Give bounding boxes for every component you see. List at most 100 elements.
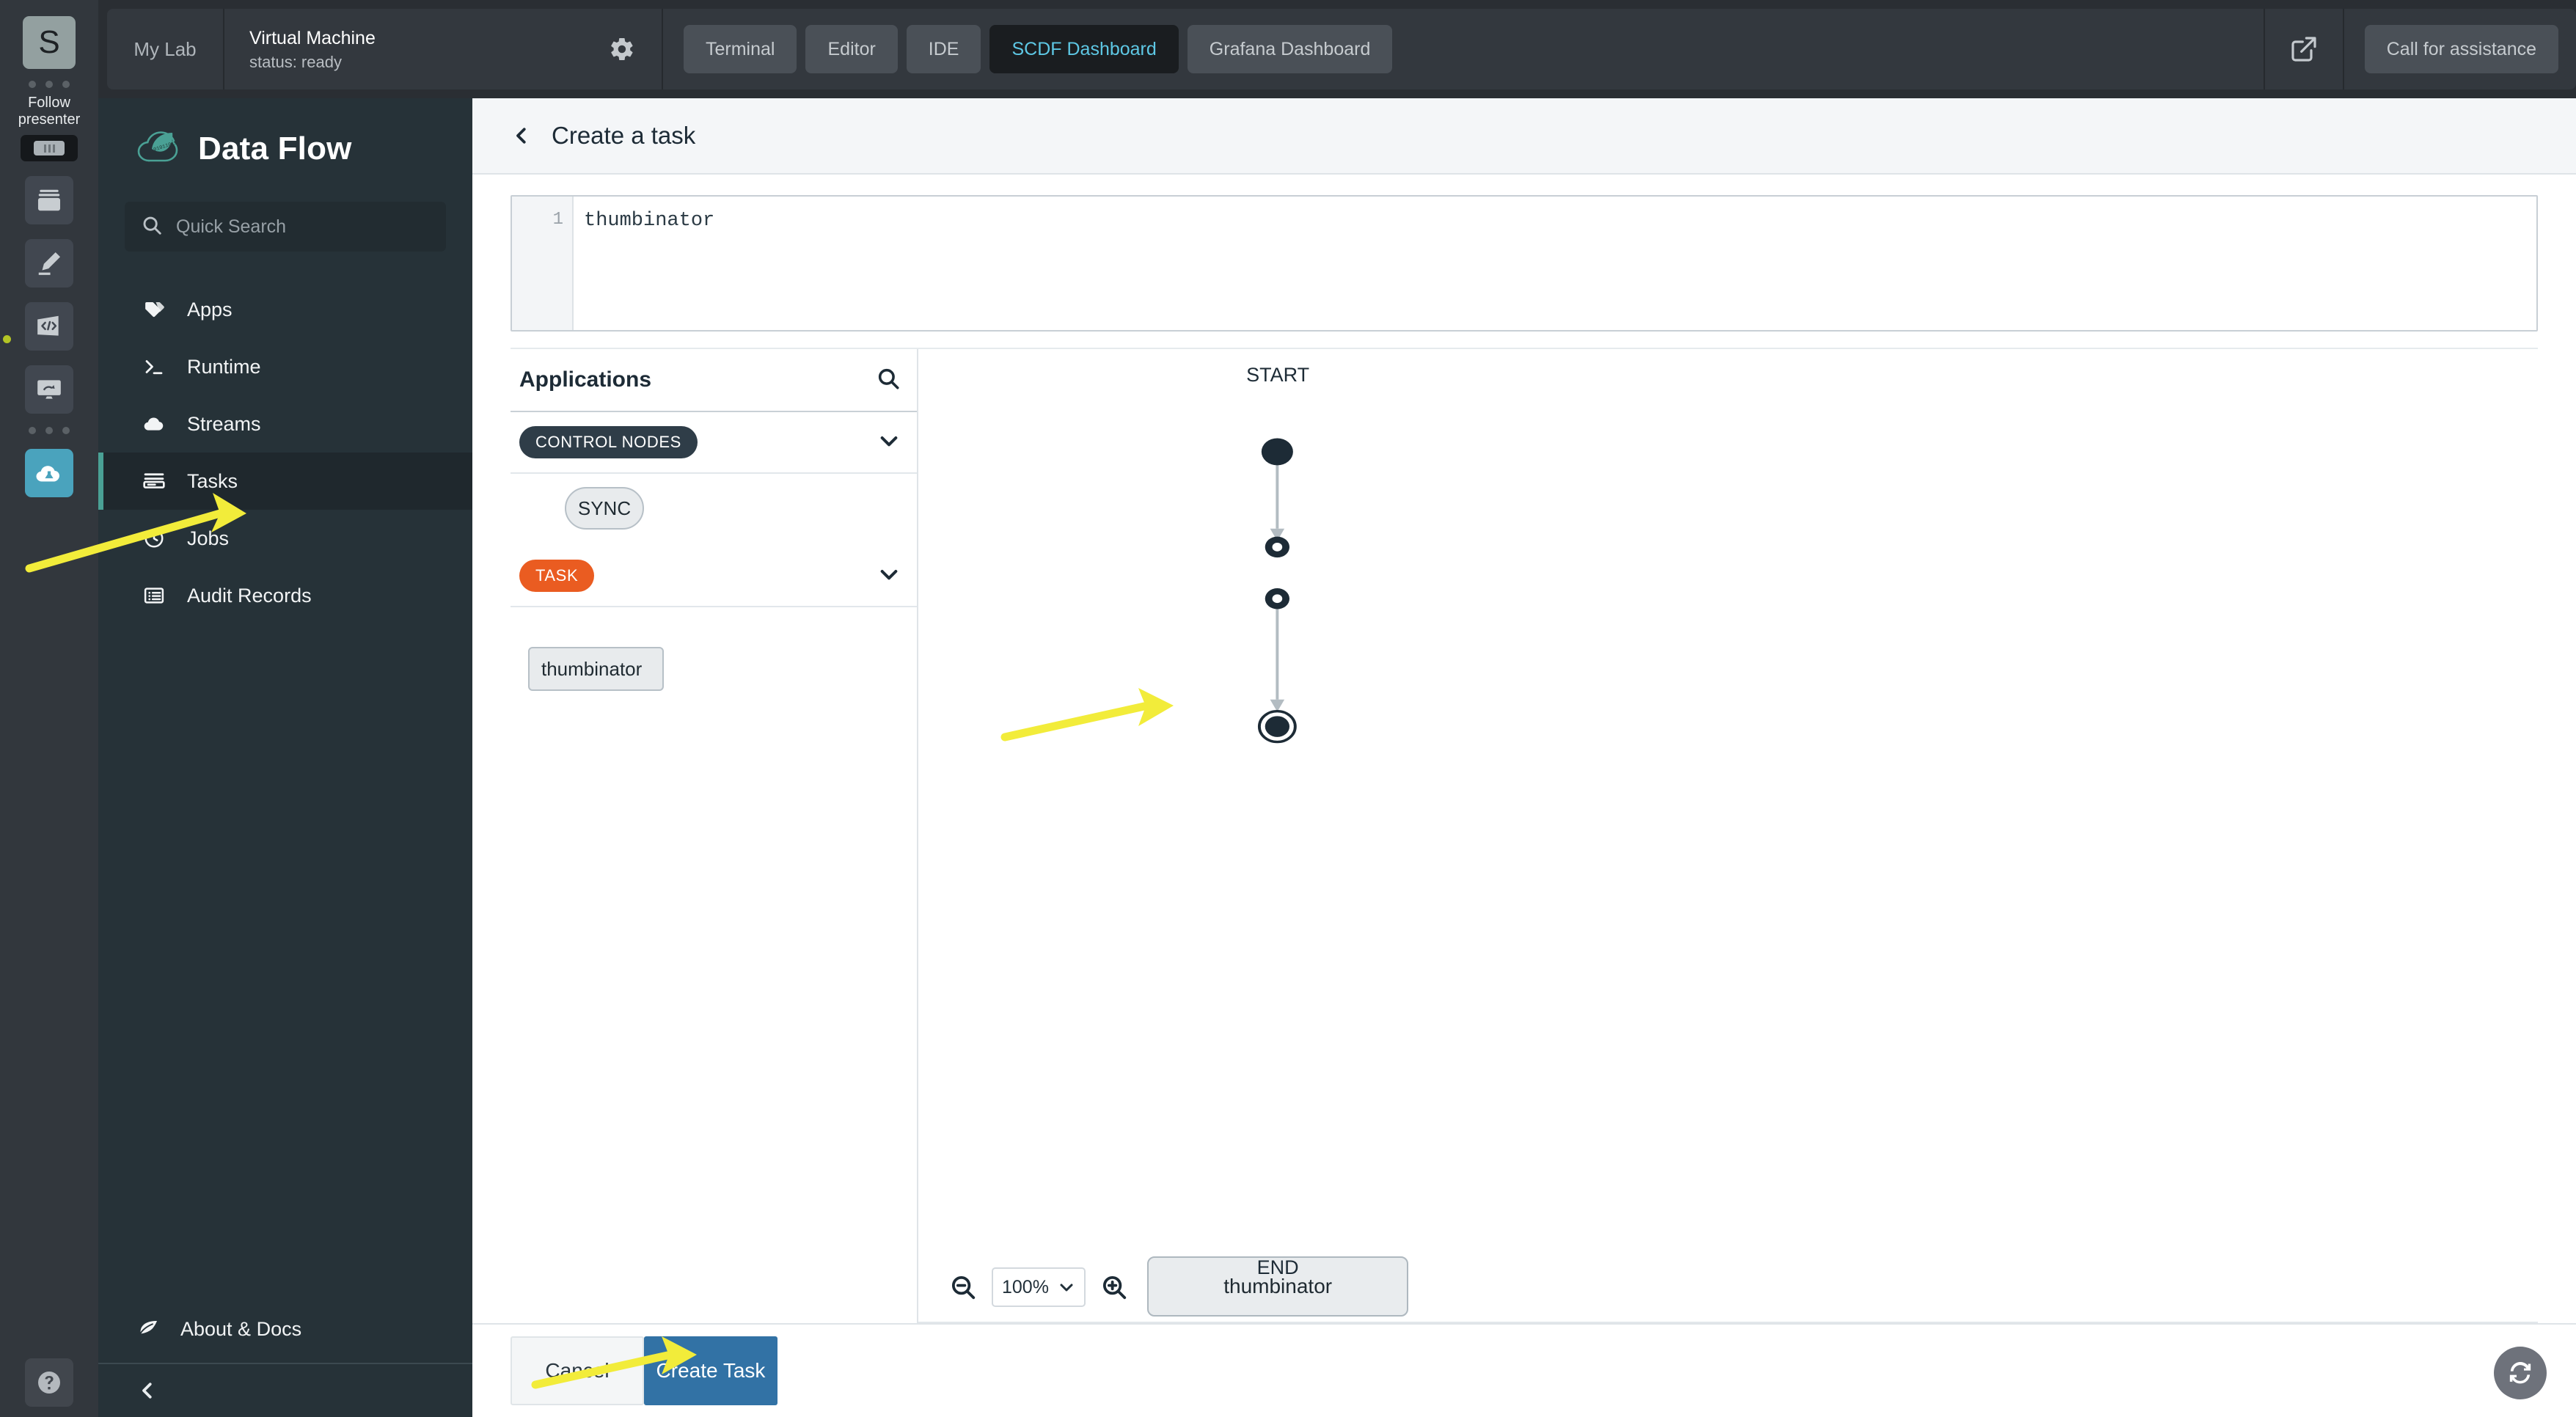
palette-node-thumbinator[interactable]: thumbinator [528, 647, 664, 691]
rail-dots-bottom [29, 427, 70, 434]
external-link-glyph [2289, 34, 2319, 64]
screen-share-icon[interactable] [25, 365, 73, 414]
clock-glyph [143, 527, 165, 549]
gear-icon[interactable] [582, 9, 663, 89]
cancel-button[interactable]: Cancel [511, 1336, 644, 1405]
list-glyph [143, 585, 165, 607]
cloud-glyph [142, 412, 166, 436]
clock-icon [142, 527, 167, 549]
sidebar-item-label: Jobs [187, 527, 229, 550]
editor-line-number: 1 [512, 197, 574, 330]
zoom-out-glyph [949, 1273, 977, 1301]
tag-glyph [143, 299, 165, 321]
sidebar-item-label: Audit Records [187, 585, 312, 607]
zoom-level-value: 100% [1002, 1277, 1049, 1298]
zoom-out-icon[interactable] [949, 1273, 977, 1301]
vm-title: Virtual Machine [249, 27, 582, 49]
refresh-button[interactable] [2494, 1347, 2547, 1399]
left-icon-rail: S Follow presenter [0, 0, 98, 1417]
dsl-editor-wrapper: 1 thumbinator [472, 175, 2576, 332]
applications-palette: Applications CONTROL NODES [511, 349, 918, 1323]
palette-items-control-nodes: SYNC [511, 474, 917, 530]
call-for-assistance-button[interactable]: Call for assistance [2365, 25, 2558, 73]
app-root: S Follow presenter [0, 0, 2576, 1417]
sidebar-item-about-docs[interactable]: About & Docs [98, 1295, 472, 1363]
graph-edges [918, 349, 2538, 1253]
sidebar-item-audit-records[interactable]: Audit Records [98, 567, 472, 624]
task-designer: Applications CONTROL NODES [511, 348, 2538, 1323]
highlighter-glyph [35, 249, 63, 277]
node-input-port-inner [1273, 543, 1283, 552]
group-badge-control-nodes: CONTROL NODES [519, 426, 698, 458]
palette-title: Applications [519, 367, 651, 392]
palette-group-control-nodes[interactable]: CONTROL NODES [511, 412, 917, 474]
tasks-icon [142, 469, 167, 493]
code-snippet-glyph [35, 312, 63, 340]
tab-editor[interactable]: Editor [805, 25, 897, 73]
back-button[interactable] [511, 125, 533, 147]
end-node-dot[interactable] [1265, 716, 1289, 736]
flow-canvas-area[interactable]: START thumbinator END [918, 349, 2538, 1253]
cloud-lab-glyph [34, 458, 65, 488]
code-snippet-icon[interactable] [25, 302, 73, 351]
chevron-down-icon[interactable] [877, 429, 901, 456]
create-task-button[interactable]: Create Task [644, 1336, 777, 1405]
sidebar-collapse-button[interactable] [98, 1363, 472, 1417]
chevron-down-glyph [877, 429, 901, 453]
highlighter-icon[interactable] [25, 239, 73, 288]
quick-search-placeholder: Quick Search [176, 216, 286, 238]
tab-scdf-dashboard[interactable]: SCDF Dashboard [989, 25, 1178, 73]
palette-node-sync[interactable]: SYNC [565, 487, 644, 530]
help-icon[interactable] [25, 1358, 73, 1407]
chevron-down-glyph [877, 563, 901, 586]
follow-presenter-label: Follow presenter [0, 95, 98, 128]
dataflow-brand-label: Data Flow [198, 131, 352, 167]
list-icon [142, 585, 167, 607]
sidebar-item-label: Runtime [187, 356, 261, 378]
my-lab-label[interactable]: My Lab [107, 9, 224, 89]
node-output-port-inner [1273, 594, 1283, 603]
page-header: Create a task [472, 98, 2576, 175]
sidebar-item-label: About & Docs [180, 1318, 301, 1341]
external-link-icon[interactable] [2264, 9, 2344, 89]
footer-action-bar: Cancel Create Task [472, 1323, 2576, 1417]
palette-search-icon[interactable] [876, 366, 901, 395]
sidebar-item-tasks[interactable]: Tasks [98, 453, 472, 510]
zoom-level-select[interactable]: 100% [992, 1267, 1086, 1307]
dataflow-brand[interactable]: 01011011 Data Flow [98, 98, 472, 169]
start-node-dot[interactable] [1262, 439, 1293, 466]
tab-terminal[interactable]: Terminal [684, 25, 797, 73]
cloud-icon [142, 412, 167, 436]
graph-start-label: START [1182, 364, 1373, 387]
editor-code-text[interactable]: thumbinator [574, 197, 2536, 330]
rail-dots-top [29, 81, 70, 88]
palette-group-task[interactable]: TASK [511, 546, 917, 607]
follow-presenter-toggle[interactable] [21, 135, 78, 161]
flow-canvas: START thumbinator END 100% [918, 349, 2538, 1323]
sidebar-nav: Apps Runtime Streams [98, 281, 472, 624]
zoom-in-icon[interactable] [1100, 1273, 1128, 1301]
sidebar-item-apps[interactable]: Apps [98, 281, 472, 338]
sidebar-item-jobs[interactable]: Jobs [98, 510, 472, 567]
cloud-lab-icon[interactable] [25, 449, 73, 497]
sidebar-item-runtime[interactable]: Runtime [98, 338, 472, 395]
sidebar-item-label: Tasks [187, 470, 238, 493]
search-glyph [876, 366, 901, 391]
question-mark-glyph [34, 1368, 64, 1397]
tab-grafana-dashboard[interactable]: Grafana Dashboard [1188, 25, 1393, 73]
tag-icon [142, 299, 167, 321]
page-title: Create a task [552, 122, 695, 150]
quick-search-input[interactable]: Quick Search [125, 202, 446, 252]
tasks-glyph [142, 469, 166, 493]
sidebar-item-streams[interactable]: Streams [98, 395, 472, 453]
leaf-icon [136, 1315, 160, 1344]
chevron-left-icon [511, 125, 533, 147]
tab-ide[interactable]: IDE [907, 25, 981, 73]
group-badge-task: TASK [519, 560, 594, 592]
gear-glyph [609, 36, 635, 62]
dsl-editor[interactable]: 1 thumbinator [511, 195, 2538, 332]
search-glyph [141, 214, 163, 236]
slides-icon[interactable] [25, 176, 73, 224]
app-logo[interactable]: S [23, 16, 76, 69]
chevron-down-icon[interactable] [877, 563, 901, 590]
